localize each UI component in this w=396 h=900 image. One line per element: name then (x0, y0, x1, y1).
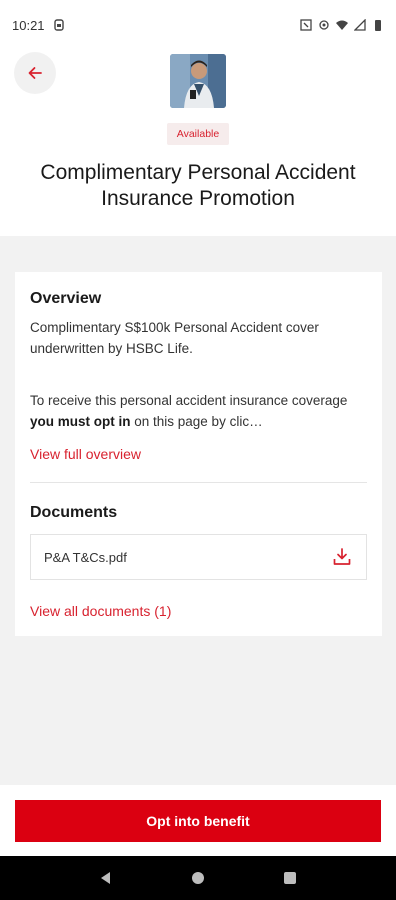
nfc-icon (300, 19, 312, 31)
opt-into-benefit-button[interactable]: Opt into benefit (15, 800, 381, 842)
overview-paragraph-1: Complimentary S$100k Personal Accident c… (30, 320, 319, 356)
back-button[interactable] (14, 52, 56, 94)
overview-paragraph-2: To receive this personal accident insura… (30, 390, 370, 432)
page-title: Complimentary Personal Accident Insuranc… (40, 161, 356, 210)
bottom-action-bar: Opt into benefit (0, 785, 396, 856)
divider (30, 482, 367, 483)
vibrate-icon (319, 20, 329, 30)
signal-icon (354, 19, 366, 31)
details-card: Overview Complimentary S$100k Personal A… (15, 272, 382, 636)
opt-in-emphasis: you must opt in (30, 414, 131, 429)
view-full-overview-link[interactable]: View full overview (30, 446, 141, 462)
back-triangle-icon[interactable] (98, 870, 114, 886)
status-time: 10:21 (12, 17, 45, 33)
wifi-icon (336, 20, 348, 30)
home-circle-icon[interactable] (190, 870, 206, 886)
documents-heading: Documents (30, 504, 118, 521)
overview-paragraph-2-start: To receive this personal accident insura… (30, 393, 348, 408)
benefit-image (170, 54, 226, 108)
document-name: P&A T&Cs.pdf (44, 549, 127, 565)
arrow-left-icon (28, 67, 42, 79)
document-row[interactable]: P&A T&Cs.pdf (30, 534, 367, 580)
overview-paragraph-2-end: on this page by clic… (130, 414, 263, 429)
sim-icon (53, 19, 64, 31)
header: Available Complimentary Personal Acciden… (0, 50, 396, 236)
battery-icon (375, 20, 381, 31)
status-badge: Available (167, 123, 229, 145)
status-bar: 10:21 (0, 0, 396, 50)
recents-square-icon[interactable] (282, 870, 298, 886)
overview-heading: Overview (30, 290, 102, 307)
download-icon[interactable] (331, 546, 353, 568)
system-nav-bar (0, 856, 396, 900)
view-all-documents-link[interactable]: View all documents (1) (30, 603, 171, 619)
